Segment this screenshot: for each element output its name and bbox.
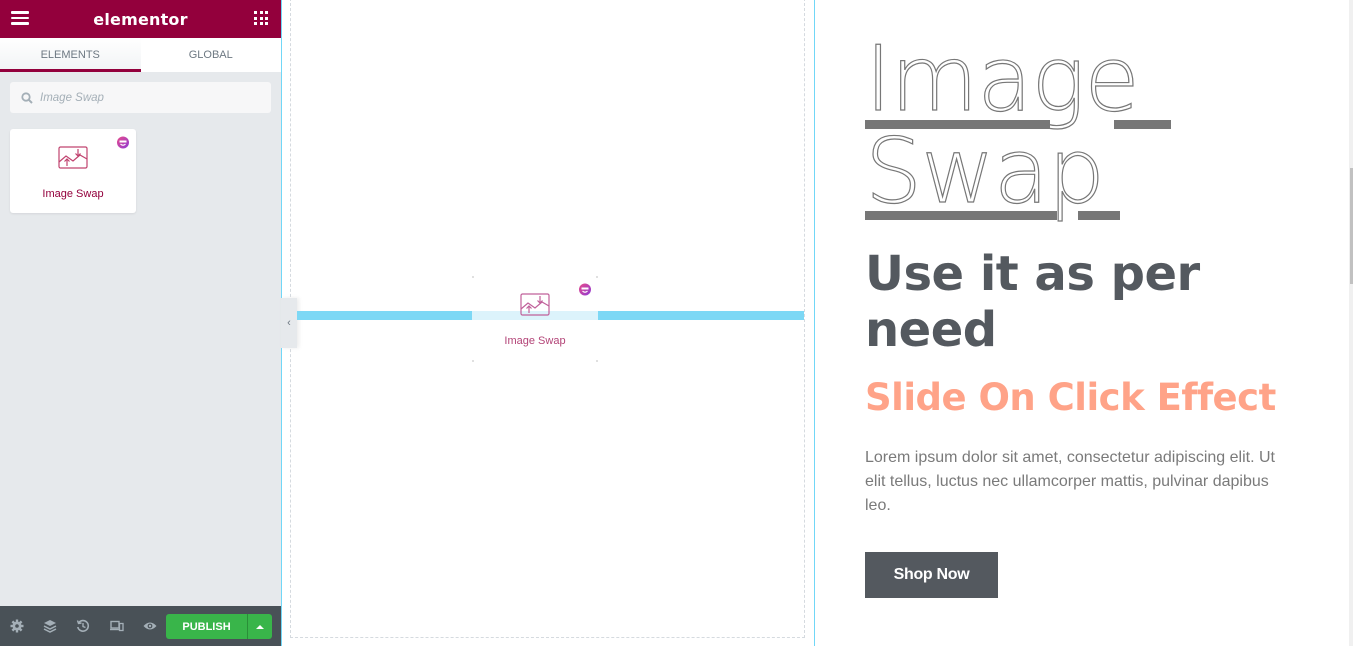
publish-options-caret-icon[interactable]: [247, 614, 272, 639]
image-swap-icon: [58, 146, 88, 169]
tab-elements[interactable]: ELEMENTS: [0, 38, 141, 72]
preview-eye-icon[interactable]: [143, 619, 157, 633]
image-swap-icon: [520, 293, 550, 316]
elementor-logo: elementor: [93, 9, 188, 29]
element-card-label: Image Swap: [42, 188, 104, 200]
hero-title-line: Image: [864, 33, 1171, 129]
element-card-image-swap[interactable]: Image Swap: [10, 129, 136, 213]
drop-indicator: [598, 311, 804, 320]
search-input[interactable]: [40, 91, 260, 104]
panel-header: elementor: [0, 0, 281, 38]
dragging-widget-label: Image Swap: [504, 335, 566, 347]
pro-addon-badge-icon: [579, 283, 591, 296]
elementor-editor: elementor ELEMENTS GLOBAL Image Swap Ima…: [0, 0, 1353, 646]
search-icon: [21, 91, 33, 104]
settings-icon[interactable]: [10, 619, 24, 633]
body-text: Lorem ipsum dolor sit amet, consectetur …: [865, 449, 1275, 514]
widgets-grid-icon[interactable]: [254, 11, 268, 25]
drop-indicator: [297, 311, 472, 320]
section-border-right: [814, 0, 815, 646]
subtitle-heading: Use it as per need: [865, 246, 1200, 358]
dragging-widget-image-swap[interactable]: Image Swap: [472, 276, 598, 362]
tab-global[interactable]: GLOBAL: [141, 38, 282, 72]
widget-search: [10, 82, 271, 113]
responsive-mode-icon[interactable]: [110, 619, 124, 633]
shop-now-button[interactable]: Shop Now: [865, 552, 998, 598]
publish-button[interactable]: PUBLISH: [166, 614, 247, 639]
hero-title-line: Swap: [864, 125, 1120, 220]
navigator-layers-icon[interactable]: [43, 619, 57, 633]
editor-panel: elementor ELEMENTS GLOBAL Image Swap Ima…: [0, 0, 281, 646]
pro-addon-badge-icon: [117, 136, 129, 149]
effect-heading: Slide On Click Effect: [865, 376, 1276, 419]
hamburger-menu-icon[interactable]: [11, 11, 29, 25]
chevron-left-icon: ‹: [287, 317, 291, 329]
hero-title: Image Swap: [864, 33, 1171, 220]
history-icon[interactable]: [76, 619, 90, 633]
collapse-panel-button[interactable]: ‹: [281, 298, 297, 348]
scrollbar-track[interactable]: [1349, 0, 1353, 646]
panel-tabs: ELEMENTS GLOBAL: [0, 38, 281, 72]
